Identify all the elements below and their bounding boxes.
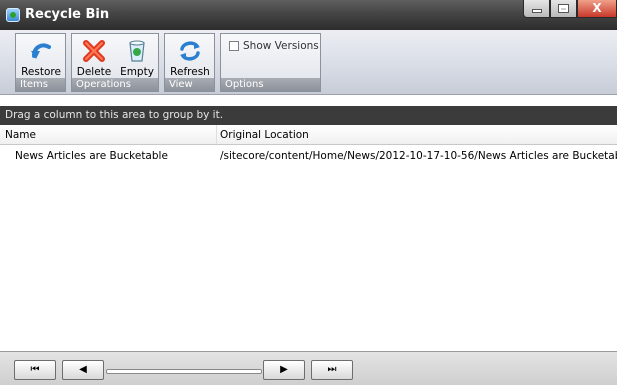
refresh-label: Refresh [170,66,210,78]
refresh-icon [180,41,200,61]
delete-icon [83,40,105,62]
group-label-items: Items [16,78,65,91]
pager: ⏮ ◀ ▶ ⏭ [0,351,617,385]
title-bar: Recycle Bin X [0,0,617,30]
empty-label: Empty [120,66,154,78]
window-controls: X [523,0,617,19]
previous-page-button[interactable]: ◀ [62,360,104,380]
restore-button[interactable]: Restore [19,36,63,78]
maximize-icon [559,5,568,12]
table-body: News Articles are Bucketable /sitecore/c… [0,145,617,350]
restore-icon [31,43,51,59]
group-by-panel[interactable]: Drag a column to this area to group by i… [0,106,617,125]
close-icon: X [592,1,602,15]
minimize-icon [533,10,541,12]
show-versions-checkbox[interactable] [229,41,239,51]
group-label-operations: Operations [72,78,158,91]
show-versions-toggle[interactable]: Show Versions [229,40,319,52]
column-header-name[interactable]: Name [5,129,36,141]
column-header-original-location[interactable]: Original Location [220,129,309,141]
delete-label: Delete [76,66,112,78]
group-label-view: View [165,78,214,91]
last-page-button[interactable]: ⏭ [311,360,353,380]
delete-button[interactable]: Delete [72,36,116,78]
restore-label: Restore [21,66,61,78]
trash-can-icon [129,40,145,62]
next-page-icon: ▶ [280,364,288,375]
ribbon: Restore Items Delete Empty Operations Re… [0,30,617,95]
cell-name: News Articles are Bucketable [15,150,168,162]
ribbon-group-operations: Delete Empty Operations [71,33,159,92]
first-page-button[interactable]: ⏮ [14,360,56,380]
recycle-bin-icon [6,8,20,22]
refresh-button[interactable]: Refresh [168,36,212,78]
empty-button[interactable]: Empty [115,36,159,78]
column-divider[interactable] [216,125,217,144]
table-row[interactable]: News Articles are Bucketable /sitecore/c… [0,145,617,167]
next-page-button[interactable]: ▶ [263,360,305,380]
minimize-button[interactable] [523,0,550,18]
window-title: Recycle Bin [25,7,110,22]
group-label-options: Options [221,78,320,91]
cell-original-location: /sitecore/content/Home/News/2012-10-17-1… [220,150,617,162]
last-page-icon: ⏭ [327,364,337,375]
first-page-icon: ⏮ [30,364,40,375]
ribbon-group-options: Show Versions Options [220,33,321,92]
maximize-button[interactable] [550,0,577,18]
close-button[interactable]: X [577,0,617,18]
ribbon-group-view: Refresh View [164,33,215,92]
previous-page-icon: ◀ [79,364,87,375]
ribbon-group-items: Restore Items [15,33,66,92]
table-header: Name Original Location [0,125,617,145]
show-versions-label: Show Versions [243,40,319,52]
page-slider[interactable] [106,369,262,374]
